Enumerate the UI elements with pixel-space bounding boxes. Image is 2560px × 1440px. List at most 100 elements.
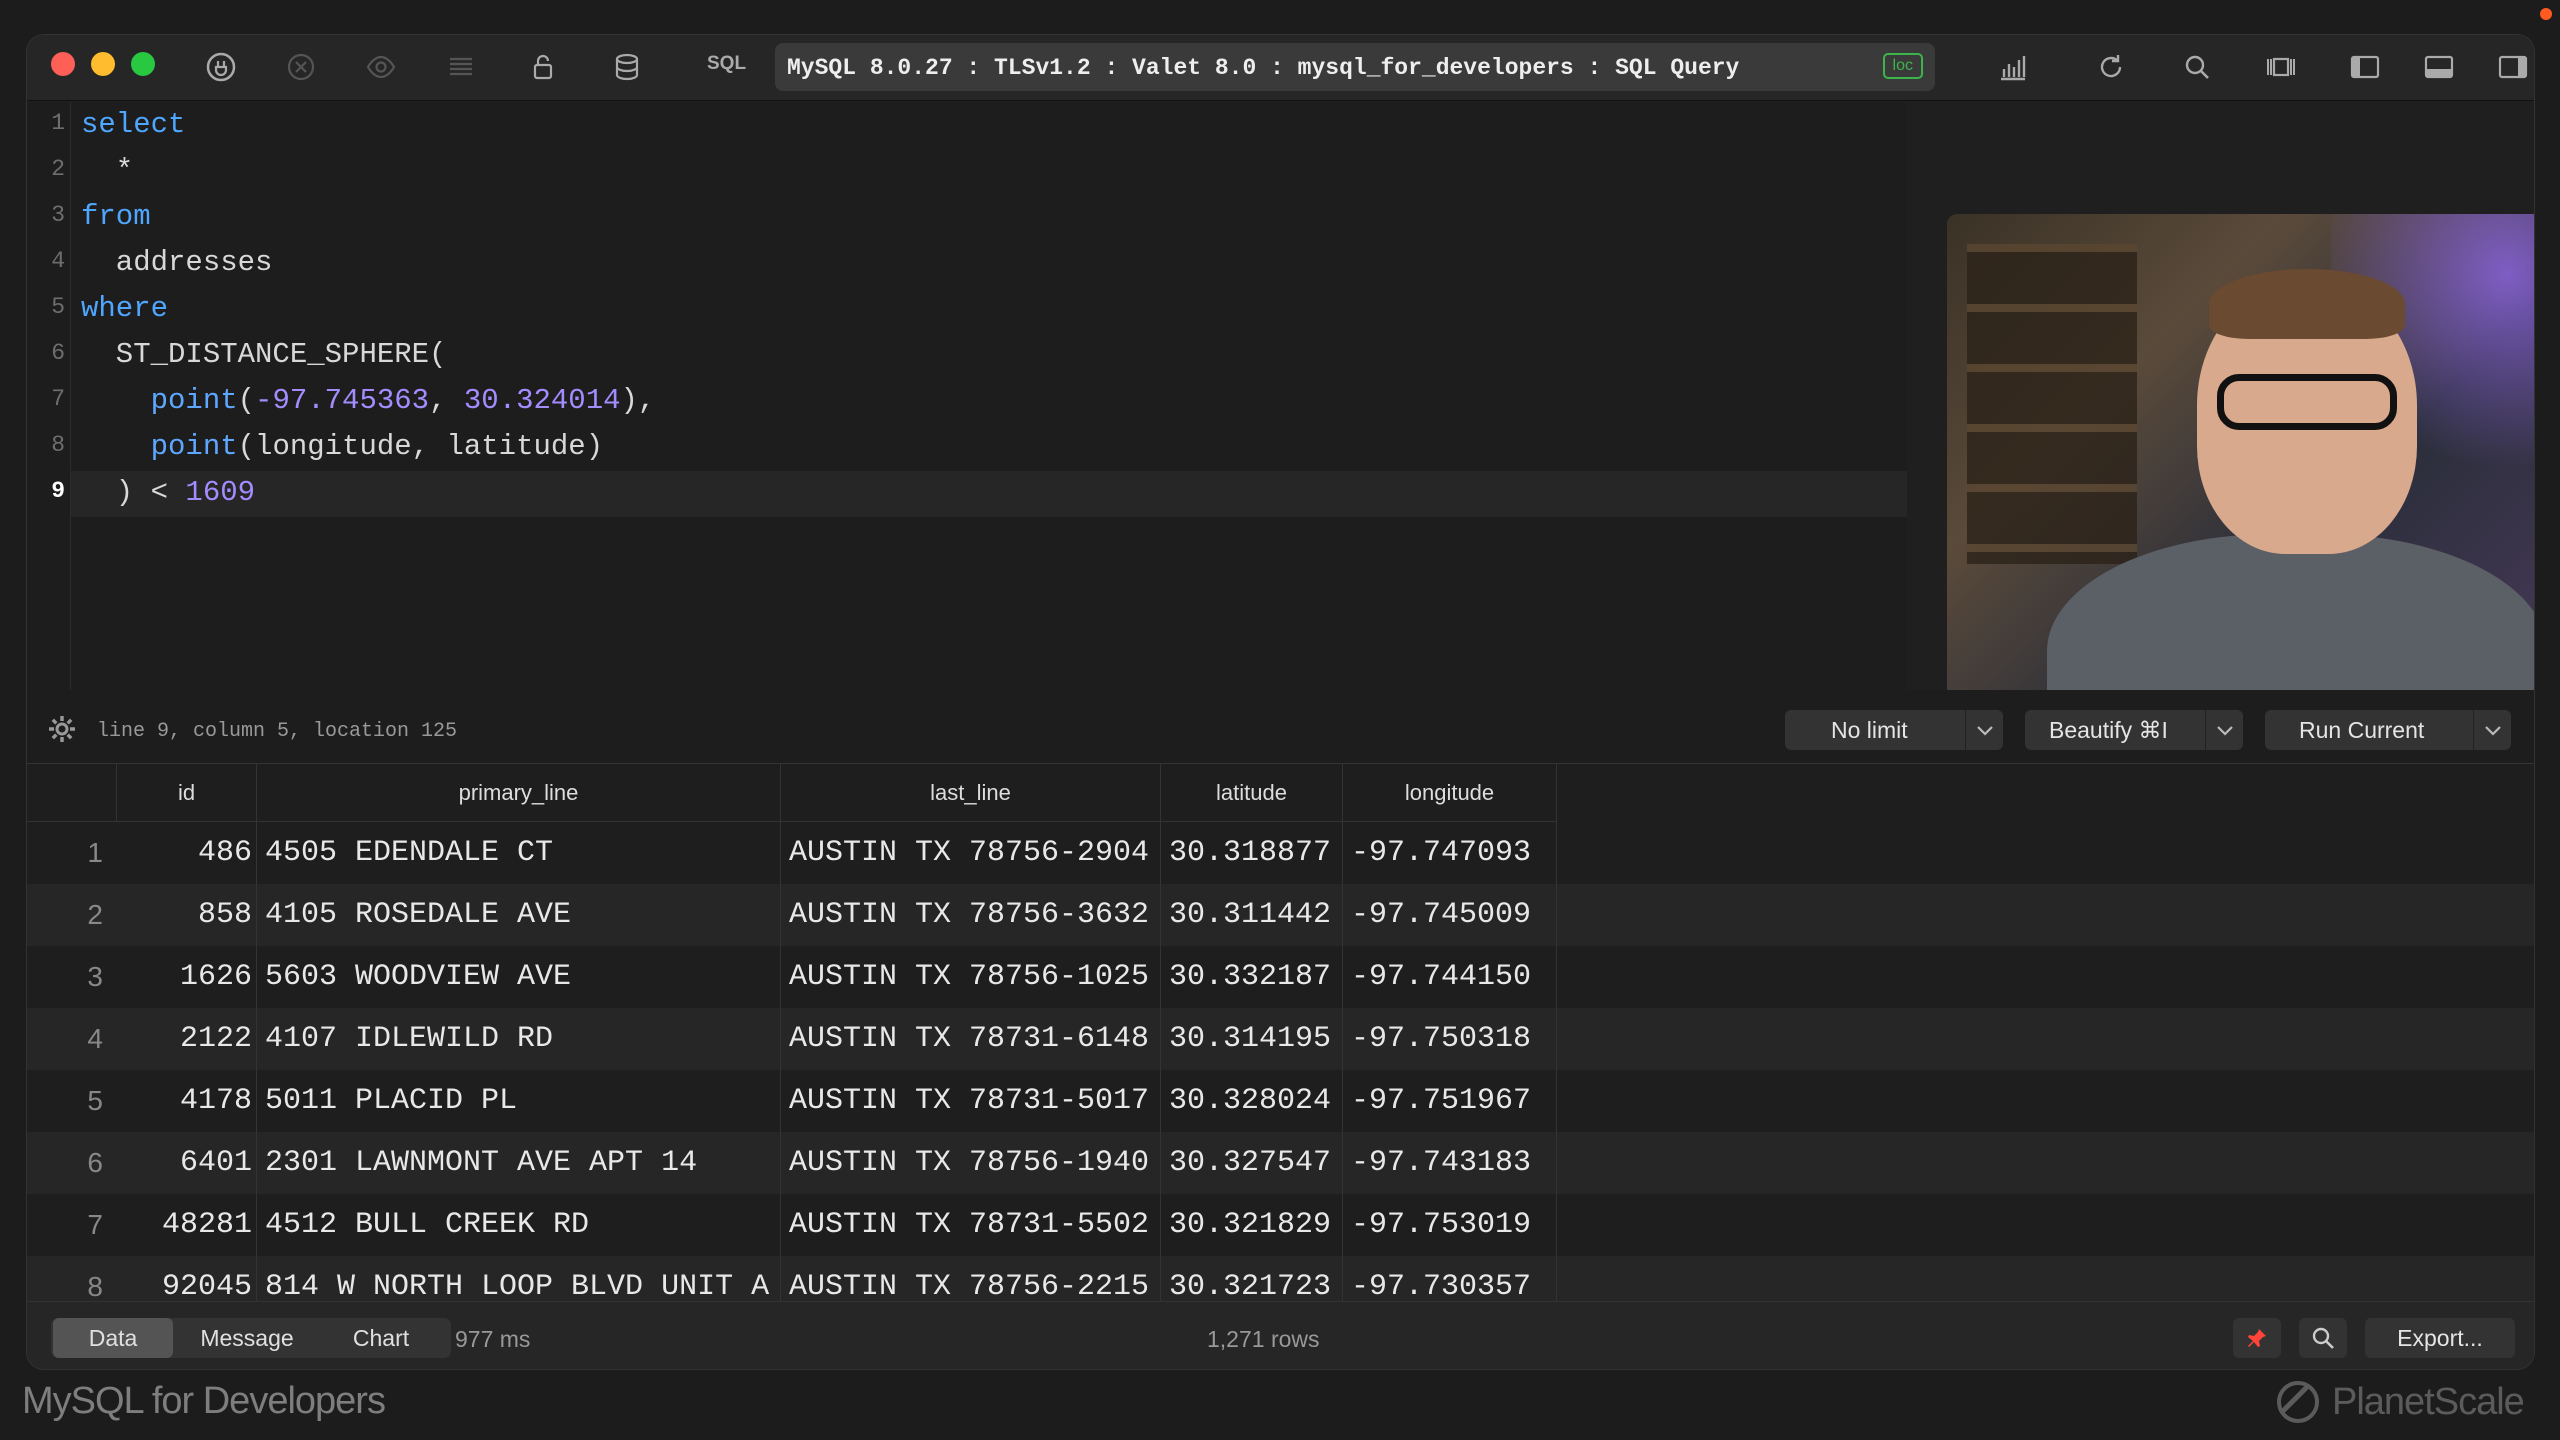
cell-id[interactable]: 1626 [117,946,257,1008]
toggle-left-panel-icon[interactable] [2347,49,2383,85]
sql-mode-label[interactable]: SQL [707,53,746,75]
tab-data[interactable]: Data [53,1318,173,1358]
cell-longitude[interactable]: -97.747093 [1343,822,1557,884]
cell-last-line[interactable]: AUSTIN TX 78756-2904 [781,822,1161,884]
cell-latitude[interactable]: 30.311442 [1161,884,1343,946]
table-row[interactable]: 2 858 4105 ROSEDALE AVE AUSTIN TX 78756-363… [27,884,2534,946]
cell-latitude[interactable]: 30.327547 [1161,1132,1343,1194]
cell-latitude[interactable]: 30.321829 [1161,1194,1343,1256]
toggle-right-panel-icon[interactable] [2495,49,2531,85]
connection-plug-icon[interactable] [203,49,239,85]
pin-button[interactable] [2233,1318,2281,1358]
cell-latitude[interactable]: 30.318877 [1161,822,1343,884]
column-header-latitude[interactable]: latitude [1161,764,1343,822]
results-bottom-bar: Data Message Chart 977 ms 1,271 rows Exp… [27,1301,2534,1369]
cell-last-line[interactable]: AUSTIN TX 78756-1025 [781,946,1161,1008]
run-current-label: Run Current [2299,717,2425,743]
refresh-icon[interactable] [2093,49,2129,85]
cell-longitude[interactable]: -97.750318 [1343,1008,1557,1070]
recording-indicator [2540,8,2552,20]
table-row[interactable]: 4 2122 4107 IDLEWILD RD AUSTIN TX 78731-614… [27,1008,2534,1070]
table-row[interactable]: 7 48281 4512 BULL CREEK RD AUSTIN TX 78731-… [27,1194,2534,1256]
cell-last-line[interactable]: AUSTIN TX 78756-3632 [781,884,1161,946]
cell-last-line[interactable]: AUSTIN TX 78756-1940 [781,1132,1161,1194]
run-current-button[interactable]: Run Current [2265,710,2511,750]
cell-latitude[interactable]: 30.314195 [1161,1008,1343,1070]
search-icon[interactable] [2179,49,2215,85]
cell-id[interactable]: 858 [117,884,257,946]
code-line-7: point(-97.745363, 30.324014), [150,384,656,417]
editor-status-row: line 9, column 5, location 125 No limit … [27,690,2534,764]
column-header-id[interactable]: id [117,764,257,822]
maximize-window-button[interactable] [131,52,155,76]
table-row[interactable]: 5 4178 5011 PLACID PL AUSTIN TX 78731-5017 3… [27,1070,2534,1132]
cell-longitude[interactable]: -97.751967 [1343,1070,1557,1132]
toggle-bottom-panel-icon[interactable] [2421,49,2457,85]
code-line-3: from [81,200,151,233]
active-line-highlight [71,471,1907,517]
line-number: 4 [51,248,65,274]
cell-id[interactable]: 48281 [117,1194,257,1256]
distance-literal: 1609 [185,476,256,509]
beautify-button[interactable]: Beautify ⌘I [2025,710,2243,750]
table-row[interactable]: 6 6401 2301 LAWNMONT AVE APT 14 AUSTIN TX 7… [27,1132,2534,1194]
chevron-down-icon[interactable] [1965,710,2003,750]
cell-id[interactable]: 6401 [117,1132,257,1194]
table-row[interactable]: 1 486 4505 EDENDALE CT AUSTIN TX 78756-2904… [27,822,2534,884]
point-function: point [150,384,238,417]
sql-editor[interactable]: 1 2 3 4 5 6 7 8 9 select * from addresse… [27,102,2534,738]
cancel-query-icon[interactable] [283,49,319,85]
cell-longitude[interactable]: -97.744150 [1343,946,1557,1008]
lock-icon[interactable] [525,49,561,85]
cell-last-line[interactable]: AUSTIN TX 78731-5017 [781,1070,1161,1132]
cell-id[interactable]: 2122 [117,1008,257,1070]
cell-primary-line[interactable]: 4505 EDENDALE CT [257,822,781,884]
results-table[interactable]: id primary_line last_line latitude longi… [27,764,2534,1328]
cell-primary-line[interactable]: 2301 LAWNMONT AVE APT 14 [257,1132,781,1194]
cell-primary-line[interactable]: 4512 BULL CREEK RD [257,1194,781,1256]
tab-message[interactable]: Message [177,1318,317,1358]
cell-primary-line[interactable]: 5011 PLACID PL [257,1070,781,1132]
gear-icon[interactable] [47,714,77,744]
preview-eye-icon[interactable] [363,49,399,85]
row-number: 7 [87,1209,103,1240]
column-header-longitude[interactable]: longitude [1343,764,1557,822]
limit-select[interactable]: No limit [1785,710,2003,750]
row-number: 2 [87,899,103,930]
code-line-6: ST_DISTANCE_SPHERE( [81,338,447,371]
chevron-down-icon[interactable] [2205,710,2243,750]
search-icon [2312,1327,2334,1349]
cell-longitude[interactable]: -97.753019 [1343,1194,1557,1256]
cell-longitude[interactable]: -97.745009 [1343,884,1557,946]
cell-latitude[interactable]: 30.328024 [1161,1070,1343,1132]
planetscale-logo: PlanetScale [2276,1380,2525,1424]
cell-last-line[interactable]: AUSTIN TX 78731-6148 [781,1008,1161,1070]
cell-longitude[interactable]: -97.743183 [1343,1132,1557,1194]
list-format-icon[interactable] [443,49,479,85]
cell-primary-line[interactable]: 4105 ROSEDALE AVE [257,884,781,946]
search-results-button[interactable] [2299,1318,2347,1358]
chevron-down-icon[interactable] [2473,710,2511,750]
minimize-window-button[interactable] [91,52,115,76]
cell-latitude[interactable]: 30.332187 [1161,946,1343,1008]
cell-primary-line[interactable]: 4107 IDLEWILD RD [257,1008,781,1070]
row-number: 3 [87,961,103,992]
close-window-button[interactable] [51,52,75,76]
table-row[interactable]: 3 1626 5603 WOODVIEW AVE AUSTIN TX 78756-10… [27,946,2534,1008]
latitude-literal: 30.324014 [463,384,621,417]
column-header-last-line[interactable]: last_line [781,764,1161,822]
export-button[interactable]: Export... [2365,1318,2515,1358]
database-icon[interactable] [609,49,645,85]
row-number: 6 [87,1147,103,1178]
loc-badge: loc [1882,53,1923,79]
column-header-primary-line[interactable]: primary_line [257,764,781,822]
cell-id[interactable]: 4178 [117,1070,257,1132]
chart-icon[interactable] [1995,49,2031,85]
tab-chart[interactable]: Chart [321,1318,441,1358]
row-count: 1,271 rows [1207,1326,1320,1352]
cell-id[interactable]: 486 [117,822,257,884]
cell-primary-line[interactable]: 5603 WOODVIEW AVE [257,946,781,1008]
cell-last-line[interactable]: AUSTIN TX 78731-5502 [781,1194,1161,1256]
query-timing: 977 ms [455,1326,531,1352]
layout-columns-icon[interactable] [2263,49,2299,85]
